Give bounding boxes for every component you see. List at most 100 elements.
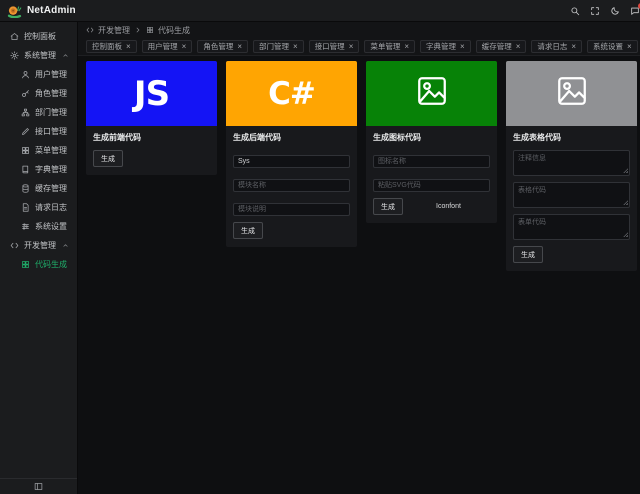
user-icon (21, 70, 30, 79)
grid-icon (21, 260, 30, 269)
breadcrumb-page[interactable]: 代码生成 (158, 25, 190, 36)
message-icon[interactable] (630, 2, 640, 16)
sidebar-item-请求日志[interactable]: 请求日志 (0, 198, 77, 217)
generate-button[interactable]: 生成 (93, 150, 123, 167)
sidebar-item-部门管理[interactable]: 部门管理 (0, 103, 77, 122)
tab-缓存管理[interactable]: 缓存管理 × (475, 40, 527, 53)
breadcrumb-section[interactable]: 开发管理 (98, 25, 130, 36)
sidebar-item-系统管理[interactable]: 系统管理 (0, 46, 77, 65)
breadcrumb: 开发管理 代码生成 (78, 22, 640, 38)
code-icon (86, 26, 94, 34)
sliders-icon (21, 222, 30, 231)
icon-input-1[interactable] (373, 179, 490, 192)
sidebar-item-label: 代码生成 (35, 260, 67, 269)
tab-close-icon[interactable]: × (627, 42, 632, 51)
tab-控制面板[interactable]: 控制面板 × (86, 40, 137, 53)
backend-banner: C# (226, 61, 357, 126)
sidebar-item-缓存管理[interactable]: 缓存管理 (0, 179, 77, 198)
sidebar-footer (0, 478, 77, 494)
collapse-sidebar-icon[interactable] (34, 482, 43, 491)
card-body: 生成图标代码生成 Iconfont (366, 126, 497, 223)
sidebar-nav: 控制面板系统管理用户管理 角色管理部门管理接口管理菜单管理 字典管理缓存管理请求日志… (0, 22, 77, 478)
card-table: 生成表格代码生成 (506, 61, 637, 271)
backend-input-2[interactable] (233, 203, 350, 216)
tab-close-icon[interactable]: × (349, 42, 354, 51)
sidebar: 控制面板系统管理用户管理 角色管理部门管理接口管理菜单管理 字典管理缓存管理请求日志… (0, 22, 78, 494)
tab-close-icon[interactable]: × (126, 42, 131, 51)
table-input-1[interactable] (513, 182, 630, 208)
tab-label: 控制面板 (92, 42, 122, 51)
backend-field-2 (233, 198, 350, 216)
menu-icon (21, 146, 30, 155)
tab-请求日志[interactable]: 请求日志 × (531, 40, 583, 53)
backend-input-1[interactable] (233, 179, 350, 192)
gear-icon (10, 51, 19, 60)
logo-snail-icon (7, 5, 22, 18)
sidebar-item-label: 系统管理 (24, 51, 56, 60)
sidebar-item-label: 请求日志 (35, 203, 67, 212)
fullscreen-icon[interactable] (590, 6, 600, 16)
generate-button[interactable]: 生成 (373, 198, 403, 215)
card-icon: 生成图标代码生成 Iconfont (366, 61, 497, 223)
tab-label: 角色管理 (203, 42, 234, 51)
generate-button[interactable]: 生成 (233, 222, 263, 239)
card-body: 生成表格代码生成 (506, 126, 637, 271)
table-field-1 (513, 182, 630, 208)
tab-close-icon[interactable]: × (404, 42, 409, 51)
card-body: 生成前端代码 生成 (86, 126, 217, 175)
icon-input-0[interactable] (373, 155, 490, 168)
sidebar-item-角色管理[interactable]: 角色管理 (0, 84, 77, 103)
sidebar-item-用户管理[interactable]: 用户管理 (0, 65, 77, 84)
sidebar-item-label: 接口管理 (35, 127, 67, 136)
backend-input-0[interactable] (233, 155, 350, 168)
tab-角色管理[interactable]: 角色管理 × (197, 40, 249, 53)
table-input-2[interactable] (513, 214, 630, 240)
generate-button[interactable]: 生成 (513, 246, 543, 263)
app-title: NetAdmin (27, 5, 76, 16)
sidebar-item-系统设置[interactable]: 系统设置 (0, 217, 77, 236)
tab-bar: 控制面板 × 用户管理 × 角色管理 × 部门管理 × 接口管理 × 菜单管理 × 字典管理 × 缓存管理 ×… (78, 38, 640, 56)
iconfont-link[interactable]: Iconfont (436, 203, 461, 210)
main-area: 开发管理 代码生成 控制面板 × 用户管理 × 角色管理 × 部门管理 × 接口管理 × 菜单管理 ×… (78, 22, 640, 494)
tab-close-icon[interactable]: × (293, 42, 298, 51)
sidebar-item-接口管理[interactable]: 接口管理 (0, 122, 77, 141)
app-window: NetAdmin root 控制面板系统管理用户管理角色管理部门管理接口管理菜单… (0, 0, 640, 494)
sidebar-item-菜单管理[interactable]: 菜单管理 (0, 141, 77, 160)
brand[interactable]: NetAdmin (7, 4, 76, 18)
card-title: 生成表格代码 (513, 133, 561, 142)
book-icon (21, 165, 30, 174)
tab-用户管理[interactable]: 用户管理 × (141, 40, 193, 53)
card-frontend: JS 生成前端代码 生成 (86, 61, 217, 175)
tab-close-icon[interactable]: × (460, 42, 465, 51)
sidebar-item-代码生成[interactable]: 代码生成 (0, 255, 77, 274)
tab-接口管理[interactable]: 接口管理 × (308, 40, 360, 53)
search-icon[interactable] (570, 6, 580, 16)
card-title: 生成前端代码 (93, 133, 141, 142)
tab-close-icon[interactable]: × (182, 42, 187, 51)
sidebar-item-label: 部门管理 (35, 108, 67, 117)
tab-close-icon[interactable]: × (516, 42, 521, 51)
icon-field-0 (373, 150, 490, 168)
sidebar-item-label: 开发管理 (24, 241, 56, 250)
tab-系统设置[interactable]: 系统设置 × (587, 40, 638, 53)
tab-菜单管理[interactable]: 菜单管理 × (364, 40, 416, 53)
home-icon (10, 32, 19, 41)
sidebar-item-控制面板[interactable]: 控制面板 (0, 27, 77, 46)
tab-close-icon[interactable]: × (571, 42, 576, 51)
image-icon (555, 74, 589, 113)
theme-icon[interactable] (610, 6, 620, 16)
tab-close-icon[interactable]: × (237, 42, 242, 51)
tab-label: 请求日志 (537, 42, 568, 51)
database-icon (21, 184, 30, 193)
sidebar-item-label: 缓存管理 (35, 184, 67, 193)
sidebar-item-label: 控制面板 (24, 32, 56, 41)
code-icon (10, 241, 19, 250)
chevron-up-icon (62, 242, 69, 249)
tab-部门管理[interactable]: 部门管理 × (253, 40, 304, 53)
card-footer: 生成 (233, 222, 350, 239)
tab-字典管理[interactable]: 字典管理 × (420, 40, 471, 53)
tab-label: 用户管理 (147, 42, 178, 51)
table-input-0[interactable] (513, 150, 630, 176)
sidebar-item-字典管理[interactable]: 字典管理 (0, 160, 77, 179)
sidebar-item-开发管理[interactable]: 开发管理 (0, 236, 77, 255)
